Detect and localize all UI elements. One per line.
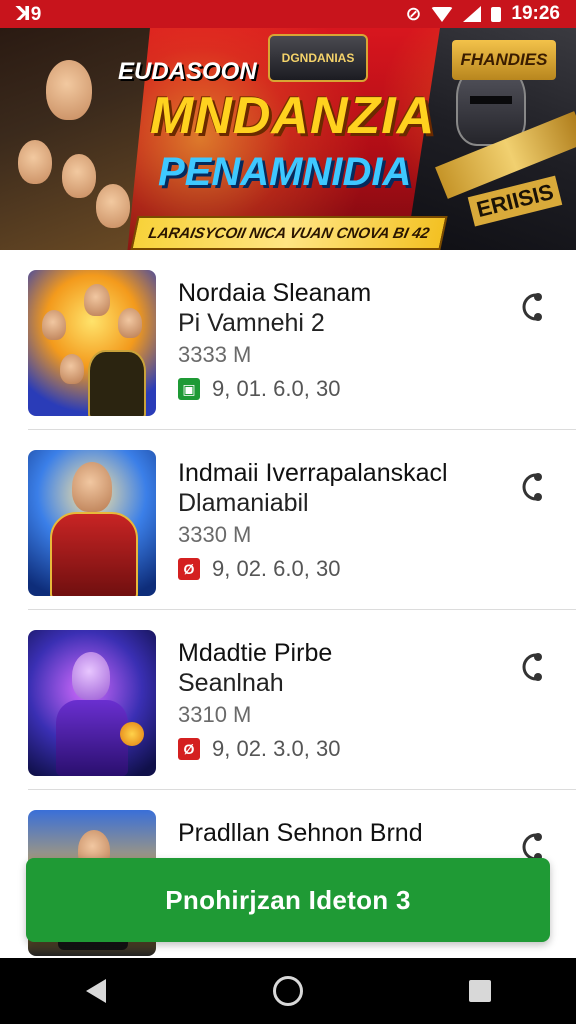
- status-left-text: ꓘ9: [16, 3, 42, 25]
- hero-face: [18, 140, 52, 184]
- banner-badge-right: FHANDIES: [452, 40, 556, 80]
- app-size: 3310 M: [178, 702, 252, 727]
- app-size: 3333 M: [178, 342, 252, 367]
- thumb-armor: [50, 512, 138, 596]
- app-meta: ▣ 9, 01. 6.0, 30: [178, 376, 340, 402]
- app-title[interactable]: Mdadtie Pirbe: [178, 638, 498, 668]
- nav-recents-button[interactable]: [450, 961, 510, 1021]
- app-meta: Ø 9, 02. 3.0, 30: [178, 736, 340, 762]
- app-thumbnail[interactable]: [28, 630, 156, 776]
- banner-ribbon: LARAISYCOII NICA VUAN CNOVA BI 42: [130, 216, 448, 250]
- thumb-figure: [72, 462, 112, 512]
- app-meta: Ø 9, 02. 6.0, 30: [178, 556, 340, 582]
- share-icon[interactable]: [514, 650, 548, 684]
- back-icon: [86, 979, 106, 1003]
- navigation-bar: [0, 958, 576, 1024]
- recents-icon: [469, 980, 491, 1002]
- banner-badge-left: DGNDANIAS: [268, 34, 368, 82]
- app-thumbnail[interactable]: [28, 270, 156, 416]
- app-meta-text: 9, 01. 6.0, 30: [212, 376, 341, 401]
- app-meta-text: 9, 02. 6.0, 30: [212, 556, 341, 581]
- hero-face: [62, 154, 96, 198]
- green-badge-icon: ▣: [178, 378, 200, 400]
- app-subtitle: Seanlnah: [178, 669, 284, 697]
- thumb-armor: [56, 700, 128, 776]
- app-title[interactable]: Pradllan Sehnon Brnd: [178, 818, 498, 848]
- share-icon[interactable]: [514, 470, 548, 504]
- thumb-orb: [120, 722, 144, 746]
- banner-title-line2: PENAMNIDIA: [158, 150, 412, 194]
- thumb-figure: [84, 284, 110, 316]
- mute-icon: ⊘: [405, 3, 422, 25]
- nav-back-button[interactable]: [66, 961, 126, 1021]
- nav-home-button[interactable]: [258, 961, 318, 1021]
- status-bar: ꓘ9 ⊘ 19:26: [0, 0, 576, 28]
- banner-small-text: EUDASOON: [118, 58, 257, 85]
- thumb-figure: [60, 354, 84, 384]
- red-badge-icon: Ø: [178, 558, 200, 580]
- banner-title-line1: MNDANZIA: [150, 87, 436, 145]
- list-item[interactable]: Mdadtie Pirbe Seanlnah 3310 M Ø 9, 02. 3…: [0, 610, 576, 790]
- hero-face: [46, 60, 92, 120]
- status-icons: ⊘ 19:26: [405, 3, 560, 25]
- thumb-figure: [72, 652, 110, 700]
- signal-icon: [463, 6, 482, 22]
- app-meta-text: 9, 02. 3.0, 30: [212, 736, 341, 761]
- app-subtitle: Pi Vamnehi 2: [178, 309, 325, 337]
- home-icon: [273, 976, 303, 1006]
- hero-face: [96, 184, 130, 228]
- app-subtitle: Dlamaniabil: [178, 489, 309, 517]
- app-size: 3330 M: [178, 522, 252, 547]
- promo-banner[interactable]: EUDASOON DGNDANIAS FHANDIES MNDANZIA PEN…: [0, 28, 576, 250]
- share-icon[interactable]: [514, 290, 548, 324]
- red-badge-icon: Ø: [178, 738, 200, 760]
- thumb-figure: [42, 310, 66, 340]
- wifi-icon: [431, 6, 454, 22]
- thumb-armor: [88, 350, 146, 416]
- status-time: 19:26: [511, 3, 560, 24]
- list-item[interactable]: Nordaia Sleanam Pi Vamnehi 2 3333 M ▣ 9,…: [0, 250, 576, 430]
- app-thumbnail[interactable]: [28, 450, 156, 596]
- thumb-figure: [118, 308, 142, 338]
- list-item[interactable]: Indmaii Iverrapalanskacl Dlamaniabil 333…: [0, 430, 576, 610]
- app-title[interactable]: Nordaia Sleanam: [178, 278, 498, 308]
- install-button[interactable]: Pnohirjzan Ideton 3: [26, 858, 550, 942]
- app-title[interactable]: Indmaii Iverrapalanskacl: [178, 458, 498, 488]
- battery-icon: [491, 6, 502, 22]
